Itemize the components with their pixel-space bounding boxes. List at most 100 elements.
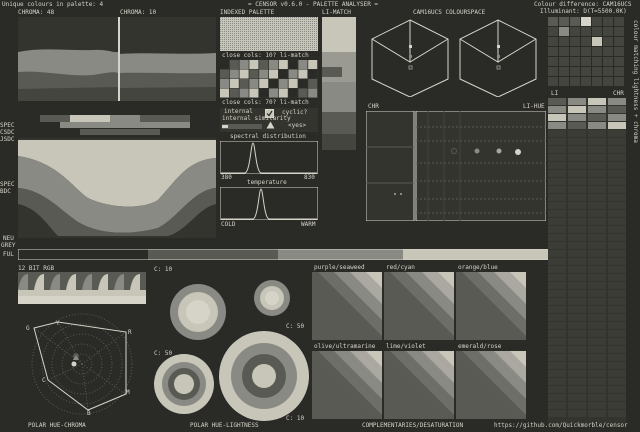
close-colour-cell bbox=[278, 88, 288, 98]
polar-c-label: C bbox=[42, 377, 46, 384]
li-chr-cell bbox=[608, 226, 626, 233]
li-chr-cell bbox=[608, 234, 626, 241]
palette-match-cell bbox=[570, 27, 580, 36]
li-chr-cell bbox=[548, 298, 566, 305]
palette-match-cell bbox=[559, 47, 569, 56]
palette-match-cell bbox=[548, 57, 558, 66]
palette-match-cell bbox=[570, 77, 580, 86]
close-colour-cell bbox=[288, 69, 298, 79]
palette-match-cell bbox=[581, 17, 591, 26]
li-chr-cell bbox=[608, 362, 626, 369]
checkbox-checked-icon[interactable] bbox=[265, 109, 274, 118]
li-chr-cell bbox=[568, 202, 586, 209]
palette-match-cell bbox=[559, 57, 569, 66]
li-chr-cell bbox=[548, 226, 566, 233]
li-chr-cell bbox=[608, 98, 626, 105]
close-colour-cell bbox=[278, 60, 288, 69]
li-chr-cell bbox=[548, 202, 566, 209]
li-chr-cell bbox=[548, 362, 566, 369]
li-chr-cell bbox=[608, 250, 626, 257]
close-colour-cell bbox=[308, 69, 318, 79]
complementary-pair-label: lime/violet bbox=[386, 343, 426, 350]
close-colours-grid-top bbox=[220, 60, 318, 98]
li-chr-cell bbox=[608, 282, 626, 289]
li-chr-cell bbox=[588, 282, 606, 289]
palette-match-cell bbox=[570, 17, 580, 26]
polar-hue-chroma-label: POLAR HUE-CHROMA bbox=[28, 422, 86, 429]
complementary-swatch bbox=[456, 351, 526, 419]
li-chr-cell bbox=[588, 266, 606, 273]
palette-match-cell bbox=[581, 77, 591, 86]
close-colour-cell bbox=[298, 79, 308, 88]
li-chr-cell bbox=[568, 314, 586, 321]
palette-match-cell bbox=[581, 47, 591, 56]
li-chr-cell bbox=[588, 394, 606, 401]
github-link[interactable]: https://github.com/Quickmorble/censor bbox=[494, 423, 628, 429]
close-colour-cell bbox=[239, 69, 249, 79]
li-chr-cell bbox=[568, 218, 586, 225]
li-chr-cell bbox=[568, 138, 586, 145]
li-chr-cell bbox=[588, 234, 606, 241]
li-chr-cell bbox=[568, 290, 586, 297]
li-chr-cell bbox=[568, 170, 586, 177]
palette-match-cell bbox=[570, 37, 580, 46]
close-colour-cell bbox=[239, 60, 249, 69]
close-colour-cell bbox=[239, 79, 249, 88]
chroma-48-label: CHROMA: 48 bbox=[18, 9, 55, 16]
close-colour-cell bbox=[308, 60, 318, 69]
li-chr-cell bbox=[568, 282, 586, 289]
li-chr-cell bbox=[608, 170, 626, 177]
li-chr-cell bbox=[588, 242, 606, 249]
li-chr-cell bbox=[568, 354, 586, 361]
indexed-palette-swatch[interactable] bbox=[220, 17, 318, 51]
chroma-lightness-plot bbox=[18, 17, 216, 101]
close-colour-cell bbox=[229, 60, 239, 69]
li-chr-cell bbox=[588, 130, 606, 137]
palette-match-cell bbox=[592, 27, 602, 36]
palette-match-cell bbox=[603, 77, 613, 86]
close-colour-cell bbox=[288, 79, 298, 88]
li-chr-bars bbox=[548, 98, 626, 424]
palette-match-cell bbox=[603, 17, 613, 26]
li-chr-cell bbox=[588, 306, 606, 313]
censor-window: { "header": { "unique_colours": "Unique … bbox=[0, 0, 640, 432]
palette-match-cell bbox=[592, 17, 602, 26]
li-chr-cell bbox=[608, 386, 626, 393]
li-chr-cell bbox=[548, 218, 566, 225]
palette-match-cell bbox=[559, 37, 569, 46]
li-chr-cell bbox=[588, 378, 606, 385]
li-chr-cell bbox=[568, 242, 586, 249]
close-colour-cell bbox=[259, 79, 269, 88]
spec-mid-label-2: BDC bbox=[0, 188, 11, 195]
neutral-gradient-bar bbox=[18, 249, 550, 260]
li-chr-cell bbox=[548, 130, 566, 137]
li-chr-cell bbox=[588, 354, 606, 361]
li-chr-cell bbox=[608, 410, 626, 417]
li-chr-cell bbox=[548, 322, 566, 329]
palette-match-cell bbox=[603, 67, 613, 76]
li-chr-cell bbox=[568, 394, 586, 401]
li-chr-cell bbox=[588, 370, 606, 377]
li-chr-cell bbox=[588, 146, 606, 153]
li-chr-cell bbox=[588, 202, 606, 209]
li-chr-cell bbox=[568, 274, 586, 281]
palette-match-cell bbox=[592, 77, 602, 86]
li-chr-cell bbox=[608, 322, 626, 329]
li-chr-cell bbox=[568, 370, 586, 377]
palette-match-cell bbox=[559, 67, 569, 76]
palette-match-cell bbox=[592, 57, 602, 66]
li-chr-cell bbox=[608, 138, 626, 145]
spectral-distribution-label: spectral distribution bbox=[230, 133, 306, 140]
palette-match-cell bbox=[559, 17, 569, 26]
li-chr-cell bbox=[568, 162, 586, 169]
palette-match-cell bbox=[581, 57, 591, 66]
palette-match-cell bbox=[559, 27, 569, 36]
close-colour-cell bbox=[259, 88, 269, 98]
li-chr-cell bbox=[568, 122, 586, 129]
li-chr-cell bbox=[568, 410, 586, 417]
rgb12-strip bbox=[18, 272, 146, 304]
li-chr-cell bbox=[568, 306, 586, 313]
close-colour-cell bbox=[220, 60, 229, 69]
close-colour-cell bbox=[220, 69, 229, 79]
complementary-pair-label: red/cyan bbox=[386, 264, 415, 271]
